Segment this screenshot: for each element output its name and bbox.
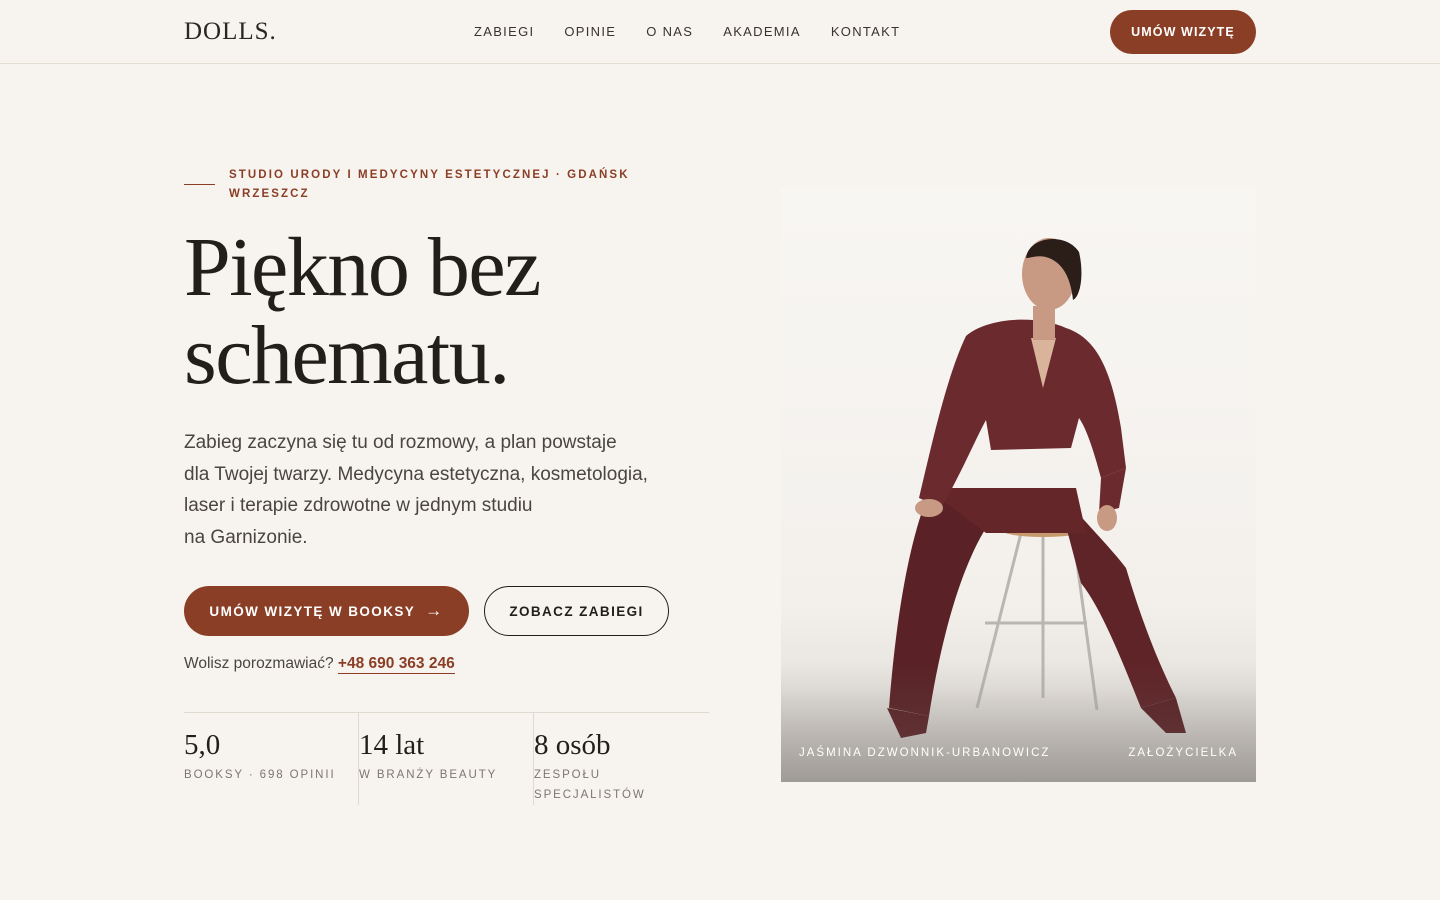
lead-line-2: dla Twojej twarzy. Medycyna estetyczna, … bbox=[184, 463, 648, 485]
phone-link[interactable]: +48 690 363 246 bbox=[337, 655, 455, 674]
founder-role: ZAŁOŻYCIELKA bbox=[1128, 747, 1238, 759]
lead-line-4: na Garnizonie. bbox=[184, 526, 308, 548]
stat-team: 8 osób ZESPOŁU SPECJALISTÓW bbox=[533, 713, 709, 805]
stat-value: 8 osób bbox=[534, 729, 611, 761]
see-treatments-button[interactable]: ZOBACZ ZABIEGI bbox=[484, 586, 669, 636]
stat-value: 5,0 bbox=[184, 729, 221, 761]
photo-gradient bbox=[781, 662, 1256, 782]
stat-rating: 5,0 BOOKSY · 698 OPINII bbox=[184, 713, 358, 805]
arrow-right-icon: → bbox=[425, 601, 444, 620]
stat-value: 14 lat bbox=[359, 729, 425, 761]
logo[interactable]: DOLLS. bbox=[184, 18, 277, 46]
book-in-booksy-button[interactable]: UMÓW WIZYTĘ W BOOKSY → bbox=[184, 586, 469, 636]
nav-opinie[interactable]: OPINIE bbox=[564, 24, 616, 39]
hero-lead: Zabieg zaczyna się tu od rozmowy, a plan… bbox=[184, 427, 724, 553]
nav-kontakt[interactable]: KONTAKT bbox=[831, 24, 901, 39]
book-visit-button[interactable]: UMÓW WIZYTĘ bbox=[1110, 10, 1256, 54]
site-header: DOLLS. ZABIEGI OPINIE O NAS AKADEMIA KON… bbox=[0, 0, 1440, 64]
stat-experience: 14 lat W BRANŻY BEAUTY bbox=[358, 713, 533, 805]
lead-line-1: Zabieg zaczyna się tu od rozmowy, a plan… bbox=[184, 432, 617, 453]
phone-prompt: Wolisz porozmawiać? bbox=[184, 655, 334, 672]
phone-row: Wolisz porozmawiać? +48 690 363 246 bbox=[184, 655, 455, 674]
nav-zabiegi[interactable]: ZABIEGI bbox=[474, 24, 534, 39]
stat-label: BOOKSY · 698 OPINII bbox=[184, 769, 336, 781]
main-nav: ZABIEGI OPINIE O NAS AKADEMIA KONTAKT bbox=[474, 24, 900, 39]
headline-line-2: schematu. bbox=[184, 309, 510, 402]
hero-headline: Piękno bez schematu. bbox=[184, 224, 744, 400]
lead-line-3: laser i terapie zdrowotne w jednym studi… bbox=[184, 495, 533, 516]
founder-photo: JAŚMINA DZWONNIK-URBANOWICZ ZAŁOŻYCIELKA bbox=[781, 188, 1256, 782]
nav-o-nas[interactable]: O NAS bbox=[646, 24, 693, 39]
nav-akademia[interactable]: AKADEMIA bbox=[723, 24, 801, 39]
stat-label: ZESPOŁU SPECJALISTÓW bbox=[534, 769, 646, 801]
founder-name: JAŚMINA DZWONNIK-URBANOWICZ bbox=[799, 747, 1051, 759]
headline-line-1: Piękno bez bbox=[184, 221, 541, 314]
hero-eyebrow: STUDIO URODY I MEDYCYNY ESTETYCZNEJ · GD… bbox=[229, 169, 630, 200]
stat-label: W BRANŻY BEAUTY bbox=[359, 769, 498, 781]
book-in-booksy-label: UMÓW WIZYTĘ W BOOKSY bbox=[209, 603, 416, 619]
eyebrow-divider bbox=[184, 184, 215, 185]
